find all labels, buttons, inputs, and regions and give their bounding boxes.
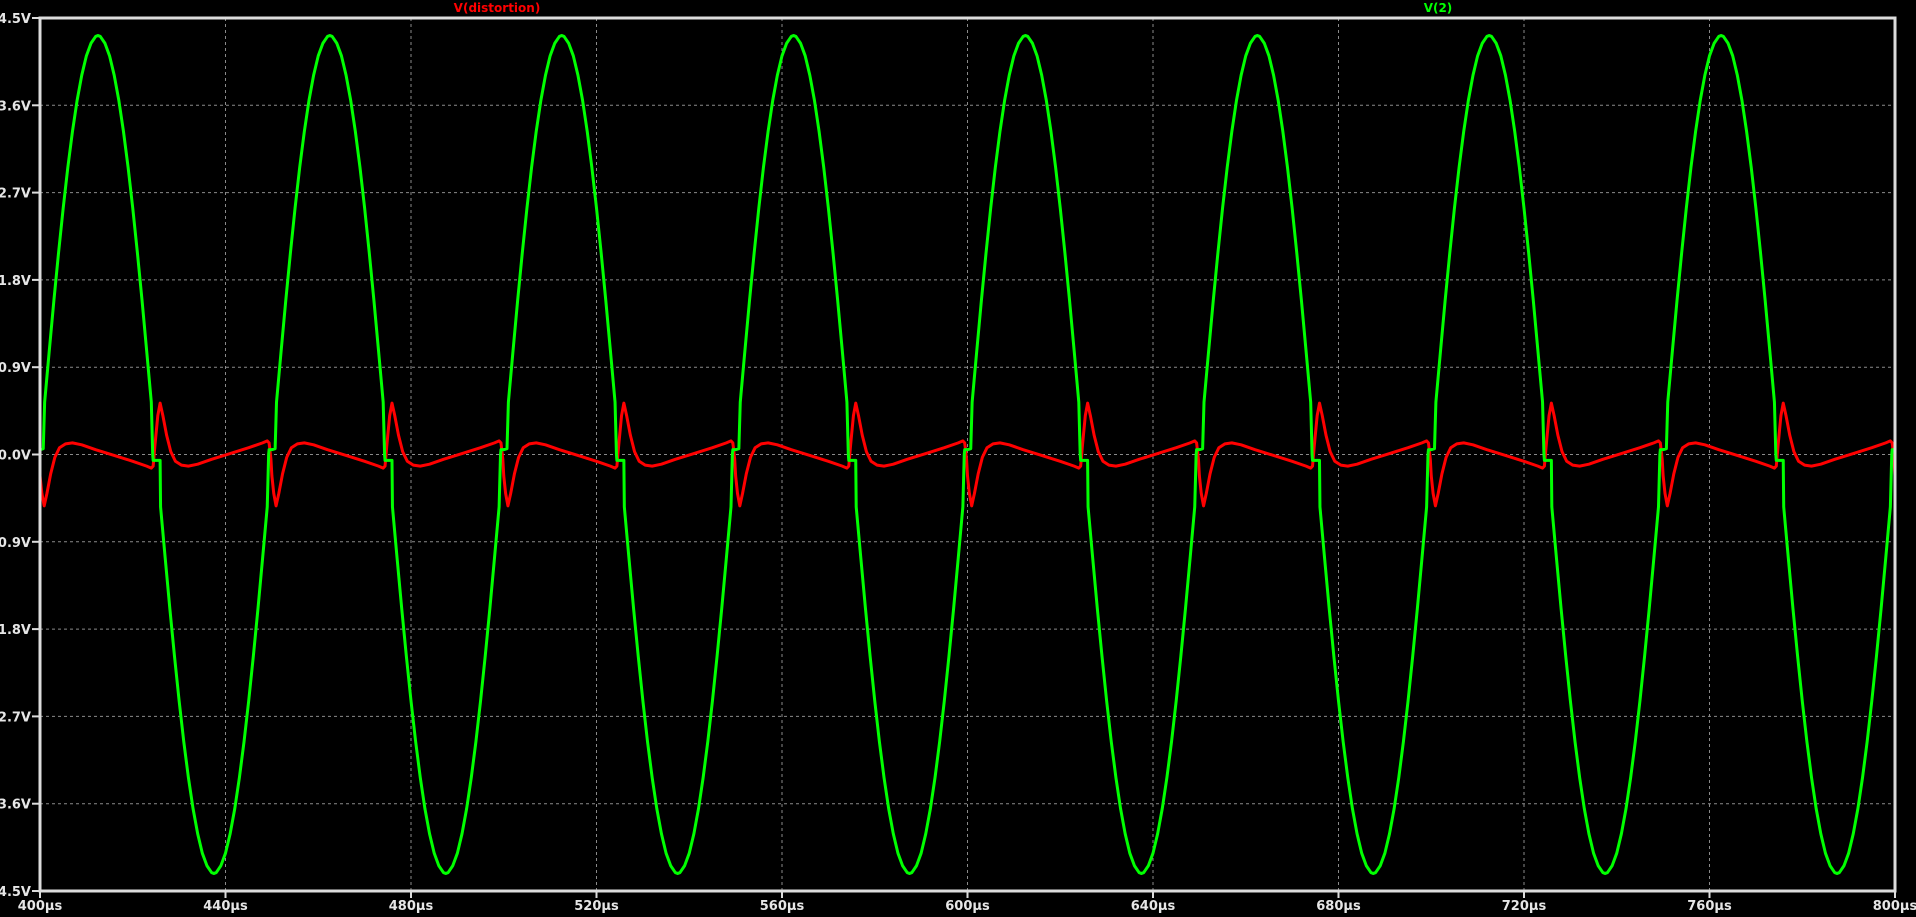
y-tick-label: 4.5V [0, 12, 31, 27]
x-tick-label: 400µs [18, 899, 63, 914]
y-tick-label: -4.5V [0, 885, 31, 900]
x-tick-label: 680µs [1316, 899, 1361, 914]
legend-v-distortion[interactable]: V(distortion) [454, 1, 541, 15]
x-tick-label: 520µs [574, 899, 619, 914]
y-tick-label: -3.6V [0, 798, 31, 813]
x-tick-label: 760µs [1687, 899, 1732, 914]
x-tick-label: 440µs [203, 899, 248, 914]
waveform-plot[interactable]: 4.5V 3.6V 2.7V 1.8V 0.9V 0.0V -0.9V -1.8V -2.7V -… [0, 0, 1916, 917]
y-tick-label: -0.9V [0, 536, 31, 551]
x-tick-label: 800µs [1873, 899, 1916, 914]
x-tick-label: 600µs [945, 899, 990, 914]
y-tick-label: 2.7V [0, 187, 31, 202]
x-tick-label: 480µs [389, 899, 434, 914]
y-tick-label: 3.6V [0, 99, 31, 114]
y-tick-label: 0.9V [0, 361, 31, 376]
x-tick-label: 640µs [1131, 899, 1176, 914]
y-tick-label: 0.0V [0, 449, 31, 464]
y-tick-label: 1.8V [0, 274, 31, 289]
x-tick-label: 720µs [1502, 899, 1547, 914]
y-tick-label: -1.8V [0, 623, 31, 638]
x-tick-label: 560µs [760, 899, 805, 914]
y-tick-label: -2.7V [0, 710, 31, 725]
legend-v-2[interactable]: V(2) [1424, 1, 1453, 15]
